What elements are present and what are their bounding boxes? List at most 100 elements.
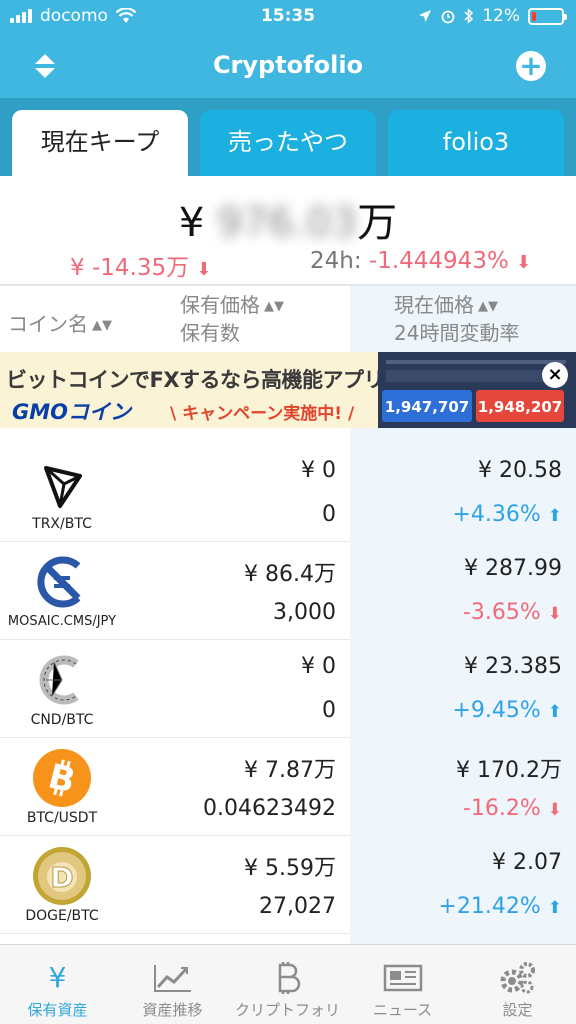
coin-row-doge[interactable]: D DOGE/BTC ¥ 5.59万 27,027 ¥ 2.07 +21.42%… <box>0 836 576 934</box>
ad-campaign: \ キャンペーン実施中! / <box>170 404 355 424</box>
held-price: ¥ 0 <box>301 458 336 483</box>
current-price: ¥ 2.07 <box>492 850 562 875</box>
arrow-up-icon: ⬆ <box>547 506 562 526</box>
change-24h: 24h: -1.444943% ⬇ <box>310 248 531 274</box>
sort-arrows-icon: ▲▼ <box>478 299 498 314</box>
held-price: ¥ 7.87万 <box>244 758 336 783</box>
change-24h-cell: -3.65% ⬇ <box>463 600 562 625</box>
ad-trading-panel: 1,947,707 1,948,207 <box>378 352 576 428</box>
mosaic-icon <box>37 556 81 608</box>
tab-holdings-label: 保有資産 <box>27 1001 88 1019</box>
list-spacer <box>0 428 576 444</box>
ad-ask-price: 1,948,207 <box>476 390 564 422</box>
sort-current[interactable]: 現在価格 ▲▼ 24時間変動率 <box>394 292 519 346</box>
ad-headline: ビットコインでFXするなら高機能アプリで! <box>6 368 414 392</box>
header-held-price: 保有価格 <box>180 293 260 317</box>
close-icon[interactable]: × <box>542 362 568 388</box>
battery-icon <box>528 7 567 25</box>
folio-tabs: 現在キープ 売ったやつ folio3 <box>0 98 576 176</box>
total-change: ¥ -14.35万 ⬇ <box>70 248 212 282</box>
coin-list: TRX/BTC ¥ 0 0 ¥ 20.58 +4.36% ⬆ MOSAIC.CM… <box>0 444 576 944</box>
tab-asset-history[interactable]: 資産推移 <box>115 945 230 1024</box>
held-qty: 0 <box>322 698 336 723</box>
location-icon <box>419 10 432 22</box>
current-price: ¥ 170.2万 <box>456 758 562 783</box>
coin-pair: TRX/BTC <box>32 516 92 532</box>
app-title: Cryptofolio <box>212 51 364 79</box>
header-change-24h: 24時間変動率 <box>394 321 520 345</box>
sort-arrows-icon: ▲▼ <box>92 318 112 333</box>
coin-row-trx[interactable]: TRX/BTC ¥ 0 0 ¥ 20.58 +4.36% ⬆ <box>0 444 576 542</box>
change-24h-label: 24h: <box>310 248 362 274</box>
gears-icon <box>500 962 535 994</box>
arrow-up-icon: ⬆ <box>547 702 562 722</box>
header-coin-name: コイン名 <box>8 312 88 336</box>
tab-folio3[interactable]: folio3 <box>388 110 564 176</box>
cindicator-icon <box>39 655 79 705</box>
held-qty: 0 <box>322 502 336 527</box>
add-icon[interactable]: + <box>516 51 546 81</box>
current-price: ¥ 23.385 <box>464 654 562 679</box>
change-percent: +21.42% <box>438 894 541 919</box>
held-price: ¥ 86.4万 <box>244 562 336 587</box>
coin-row-partial <box>0 934 576 944</box>
held-qty: 0.04623492 <box>203 796 336 821</box>
dogecoin-icon: D <box>33 847 91 905</box>
tab-current-keep[interactable]: 現在キープ <box>12 110 188 176</box>
tab-sold[interactable]: 売ったやつ <box>200 110 376 176</box>
bottom-tab-bar: ¥ 保有資産 資産推移 クリプトフォリオ ニュース 設定 <box>0 944 576 1024</box>
change-24h-cell: +21.42% ⬆ <box>438 894 562 919</box>
tron-icon <box>44 466 82 508</box>
newspaper-icon <box>383 964 423 992</box>
alarm-icon <box>441 10 455 24</box>
bitcoin-icon <box>278 962 301 994</box>
tab-news[interactable]: ニュース <box>345 945 460 1024</box>
tab-holdings[interactable]: ¥ 保有資産 <box>0 945 115 1024</box>
change-24h-cell: +4.36% ⬆ <box>452 502 562 527</box>
coin-row-mosaic[interactable]: MOSAIC.CMS/JPY ¥ 86.4万 3,000 ¥ 287.99 -3… <box>0 542 576 640</box>
tab-cryptofolio[interactable]: クリプトフォリオ <box>230 945 345 1024</box>
held-qty: 27,027 <box>259 894 336 919</box>
coin-pair: MOSAIC.CMS/JPY <box>7 614 117 629</box>
bitcoin-icon: B <box>33 749 91 807</box>
ad-banner[interactable]: ビットコインでFXするなら高機能アプリで! GMOコイン \ キャンペーン実施中… <box>0 352 576 428</box>
ad-logo: GMOコイン <box>12 400 131 424</box>
navigation-bar: Cryptofolio + <box>0 34 576 98</box>
battery-percent: 12% <box>482 6 520 26</box>
coin-row-btc[interactable]: B BTC/USDT ¥ 7.87万 0.04623492 ¥ 170.2万 -… <box>0 738 576 836</box>
total-amount-obscured: 976.03 <box>217 200 358 246</box>
sort-held[interactable]: 保有価格 ▲▼ 保有数 <box>180 292 284 346</box>
total-value: ¥ 976.03万 <box>0 190 576 248</box>
header-held-qty: 保有数 <box>180 321 240 345</box>
total-unit: 万 <box>357 200 398 246</box>
arrow-down-icon: ⬇ <box>516 252 532 273</box>
total-summary: ¥ 976.03万 ¥ -14.35万 ⬇ 24h: -1.444943% ⬇ <box>0 176 576 286</box>
chart-icon <box>154 965 191 992</box>
held-price: ¥ 5.59万 <box>244 856 336 881</box>
total-change-value: ¥ -14.35万 <box>70 255 190 281</box>
held-qty: 3,000 <box>273 600 336 625</box>
change-24h-cell: +9.45% ⬆ <box>452 698 562 723</box>
change-24h-value: -1.444943% <box>368 248 509 274</box>
yen-icon: ¥ <box>48 961 67 994</box>
total-currency: ¥ <box>178 200 205 246</box>
change-24h-cell: -16.2% ⬇ <box>463 796 562 821</box>
coin-pair: BTC/USDT <box>26 810 98 826</box>
arrow-up-icon: ⬆ <box>547 898 562 918</box>
sort-coin-name[interactable]: コイン名 ▲▼ <box>8 308 112 337</box>
tab-asset-history-label: 資産推移 <box>142 1001 203 1019</box>
tab-settings[interactable]: 設定 <box>460 945 575 1024</box>
change-percent: +9.45% <box>452 698 541 723</box>
tab-cryptofolio-label: クリプトフォリオ <box>234 1001 340 1024</box>
coin-pair: CND/BTC <box>30 712 94 728</box>
coin-row-cnd[interactable]: CND/BTC ¥ 0 0 ¥ 23.385 +9.45% ⬆ <box>0 640 576 738</box>
sort-arrows-icon: ▲▼ <box>264 299 284 314</box>
arrow-down-icon: ⬇ <box>547 604 562 624</box>
held-price: ¥ 0 <box>301 654 336 679</box>
ad-bid-price: 1,947,707 <box>382 390 472 422</box>
coin-pair: DOGE/BTC <box>25 908 99 924</box>
change-percent: -16.2% <box>462 796 541 821</box>
tab-settings-label: 設定 <box>502 1001 533 1019</box>
arrow-down-icon: ⬇ <box>196 259 212 280</box>
bluetooth-icon <box>464 8 474 24</box>
